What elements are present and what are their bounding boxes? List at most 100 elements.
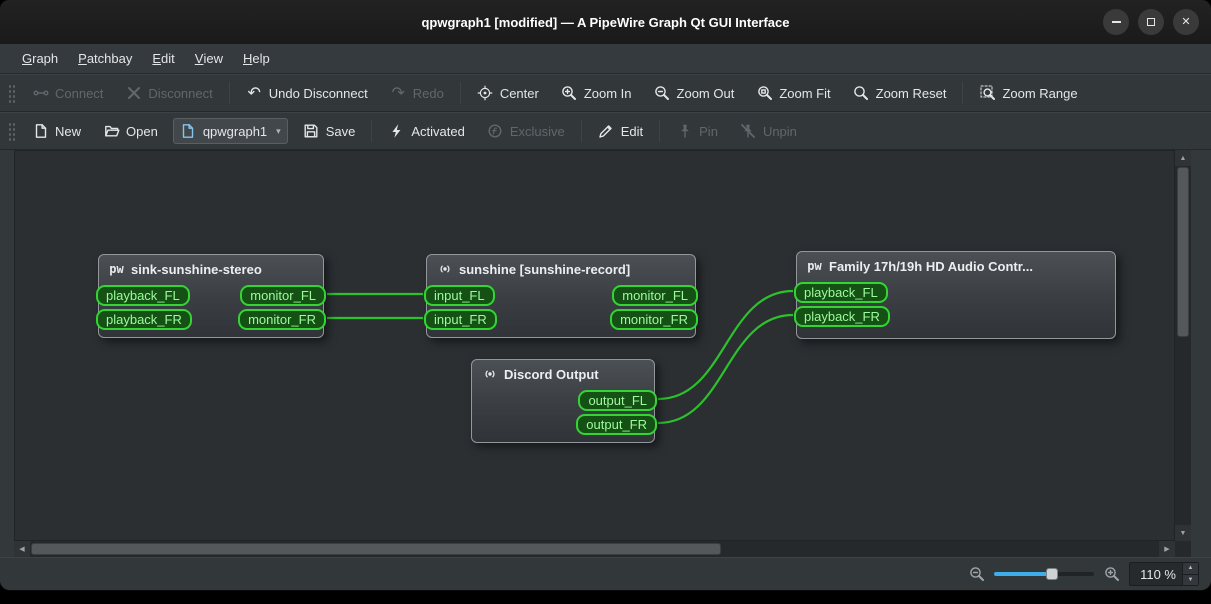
unpin-icon xyxy=(740,123,757,140)
window-title: qpwgraph1 [modified] — A PipeWire Graph … xyxy=(421,14,790,30)
toolbar-grip[interactable] xyxy=(8,83,15,103)
port-monitor_FL[interactable]: monitor_FL xyxy=(240,284,326,306)
window-controls: ✕ xyxy=(1103,0,1199,44)
zoom-in-label: Zoom In xyxy=(583,85,632,101)
close-button[interactable]: ✕ xyxy=(1173,9,1199,35)
port-playback_FR[interactable]: playback_FR xyxy=(794,305,890,327)
zoom-spin-arrows: ▲ ▼ xyxy=(1182,563,1198,585)
vertical-scrollbar[interactable]: ▲ ▼ xyxy=(1175,150,1191,541)
port-monitor_FL[interactable]: monitor_FL xyxy=(612,284,698,306)
zoom-reset-icon xyxy=(853,85,870,102)
activated-button[interactable]: Activated xyxy=(379,118,473,145)
save-label: Save xyxy=(325,123,356,139)
horizontal-scrollbar[interactable]: ◀ ▶ xyxy=(14,541,1175,557)
port-playback_FL[interactable]: playback_FL xyxy=(96,284,190,306)
unpin-button[interactable]: Unpin xyxy=(731,118,806,145)
node-title-text: Family 17h/19h HD Audio Contr... xyxy=(829,258,1033,274)
patchbay-selector-value: qpwgraph1 xyxy=(202,123,268,139)
port-input_FR[interactable]: input_FR xyxy=(424,308,497,330)
connect-button[interactable]: Connect xyxy=(23,80,112,107)
exclusive-button[interactable]: Exclusive xyxy=(478,118,574,145)
node-title: pw sink-sunshine-stereo xyxy=(99,255,323,283)
app-window: qpwgraph1 [modified] — A PipeWire Graph … xyxy=(0,0,1211,590)
pw-icon: pw xyxy=(807,259,822,273)
vertical-scroll-track[interactable] xyxy=(1175,166,1191,525)
node-discord-output[interactable]: Discord Output output_FL output_FR xyxy=(471,359,657,443)
node-title: Discord Output xyxy=(472,360,654,388)
zoom-range-icon xyxy=(979,85,996,102)
redo-icon: ↷ xyxy=(391,83,405,102)
zoom-value: 110 % xyxy=(1140,566,1176,582)
audio-icon xyxy=(481,366,498,383)
scroll-down-button[interactable]: ▼ xyxy=(1175,525,1191,541)
undo-disconnect-label: Undo Disconnect xyxy=(268,85,368,101)
scroll-left-button[interactable]: ◀ xyxy=(14,541,30,557)
new-label: New xyxy=(55,123,82,139)
port-playback_FR[interactable]: playback_FR xyxy=(96,308,192,330)
zoom-slider-groove xyxy=(994,572,1095,576)
toolbar-separator xyxy=(371,120,373,142)
node-title: sunshine [sunshine-record] xyxy=(427,255,695,283)
graph-toolbar: Connect Disconnect ↶ Undo Disconnect ↷ Redo Ce… xyxy=(0,74,1211,112)
disconnect-icon xyxy=(125,85,142,102)
new-button[interactable]: New xyxy=(23,118,90,145)
scroll-right-button[interactable]: ▶ xyxy=(1159,541,1175,557)
port-monitor_FR[interactable]: monitor_FR xyxy=(610,308,698,330)
horizontal-scroll-track[interactable] xyxy=(30,541,1159,557)
redo-button[interactable]: ↷ Redo xyxy=(381,80,453,107)
port-output_FR[interactable]: output_FR xyxy=(576,413,657,435)
menu-patchbay[interactable]: Patchbay xyxy=(68,44,142,73)
node-sink-sunshine-stereo[interactable]: pw sink-sunshine-stereo playback_FL playbac… xyxy=(96,254,326,338)
menu-view[interactable]: View xyxy=(185,44,233,73)
scrollbar-corner xyxy=(1175,541,1191,557)
menu-graph[interactable]: Graph xyxy=(12,44,68,73)
maximize-button[interactable] xyxy=(1138,9,1164,35)
canvas[interactable]: pw sink-sunshine-stereo playback_FL playbac… xyxy=(14,150,1175,541)
node-title-text: Discord Output xyxy=(504,366,599,382)
connection-lines xyxy=(326,289,794,425)
zoom-slider[interactable] xyxy=(994,567,1095,581)
open-label: Open xyxy=(126,123,158,139)
audio-icon xyxy=(436,261,453,278)
edit-button[interactable]: Edit xyxy=(589,118,652,145)
port-input_FL[interactable]: input_FL xyxy=(424,284,495,306)
port-playback_FL[interactable]: playback_FL xyxy=(794,281,888,303)
toolbar-grip[interactable] xyxy=(8,121,15,141)
patchbay-selector[interactable]: qpwgraph1 ▾ xyxy=(172,118,288,144)
unpin-label: Unpin xyxy=(762,123,797,139)
menu-help[interactable]: Help xyxy=(233,44,280,73)
node-family-17h-19h-hd-audio-contr[interactable]: pw Family 17h/19h HD Audio Contr... playba… xyxy=(794,251,1116,339)
zoom-in-button[interactable]: Zoom In xyxy=(552,80,641,107)
save-button[interactable]: Save xyxy=(294,118,365,145)
horizontal-scroll-handle[interactable] xyxy=(31,543,721,555)
pw-icon: pw xyxy=(109,262,124,276)
disconnect-button[interactable]: Disconnect xyxy=(116,80,221,107)
zoom-fit-label: Zoom Fit xyxy=(779,85,831,101)
pin-button[interactable]: Pin xyxy=(667,118,727,145)
open-button[interactable]: Open xyxy=(94,118,167,145)
zoom-spinbox[interactable]: 110 % ▲ ▼ xyxy=(1129,562,1199,586)
zoom-range-button[interactable]: Zoom Range xyxy=(970,80,1086,107)
toolbar-separator xyxy=(459,82,461,104)
exclusive-icon xyxy=(487,123,504,140)
minimize-button[interactable] xyxy=(1103,9,1129,35)
pin-icon xyxy=(676,123,693,140)
menu-edit[interactable]: Edit xyxy=(142,44,184,73)
node-sunshine-sunshine-record[interactable]: sunshine [sunshine-record] input_FL input_… xyxy=(424,254,698,338)
center-button[interactable]: Center xyxy=(468,80,548,107)
zoom-slider-handle[interactable] xyxy=(1046,568,1059,580)
scroll-up-button[interactable]: ▲ xyxy=(1175,150,1191,166)
zoom-out-button[interactable]: Zoom Out xyxy=(645,80,744,107)
bolt-icon xyxy=(388,123,405,140)
port-output_FL[interactable]: output_FL xyxy=(578,389,657,411)
node-title: pw Family 17h/19h HD Audio Contr... xyxy=(797,252,1115,280)
zoom-out-icon xyxy=(968,566,985,583)
undo-disconnect-button[interactable]: ↶ Undo Disconnect xyxy=(237,80,377,107)
zoom-increment-button[interactable]: ▲ xyxy=(1183,563,1198,575)
activated-label: Activated xyxy=(411,123,465,139)
vertical-scroll-handle[interactable] xyxy=(1177,167,1189,337)
zoom-reset-button[interactable]: Zoom Reset xyxy=(844,80,956,107)
zoom-fit-button[interactable]: Zoom Fit xyxy=(747,80,839,107)
zoom-decrement-button[interactable]: ▼ xyxy=(1183,574,1198,585)
port-monitor_FR[interactable]: monitor_FR xyxy=(238,308,326,330)
